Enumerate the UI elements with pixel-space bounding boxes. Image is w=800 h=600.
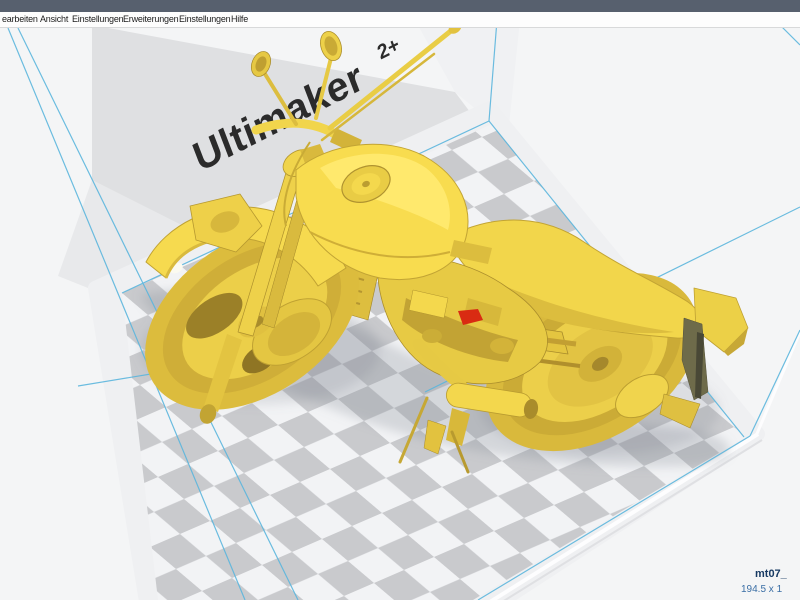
model-name-label: mt07_ — [755, 568, 787, 580]
menu-item-hilfe[interactable]: Hilfe — [231, 14, 248, 24]
viewport-3d[interactable]: Ultimaker 2+ — [0, 0, 800, 600]
menu-item-einstellungen[interactable]: Einstellungen — [72, 14, 123, 24]
model-dimensions-label: 194.5 x 1 — [741, 584, 782, 595]
menu-item-einstellungen2[interactable]: Einstellungen — [179, 14, 230, 24]
menu-bar: earbeiten Ansicht Einstellungen Erweiter… — [0, 12, 800, 28]
menu-item-erweiterungen[interactable]: Erweiterungen — [123, 14, 178, 24]
menu-item-ansicht[interactable]: Ansicht — [40, 14, 68, 24]
application-window: Ultimaker 2+ — [0, 0, 800, 600]
menu-item-bearbeiten[interactable]: earbeiten — [2, 14, 38, 24]
window-title-bar[interactable] — [0, 0, 800, 12]
